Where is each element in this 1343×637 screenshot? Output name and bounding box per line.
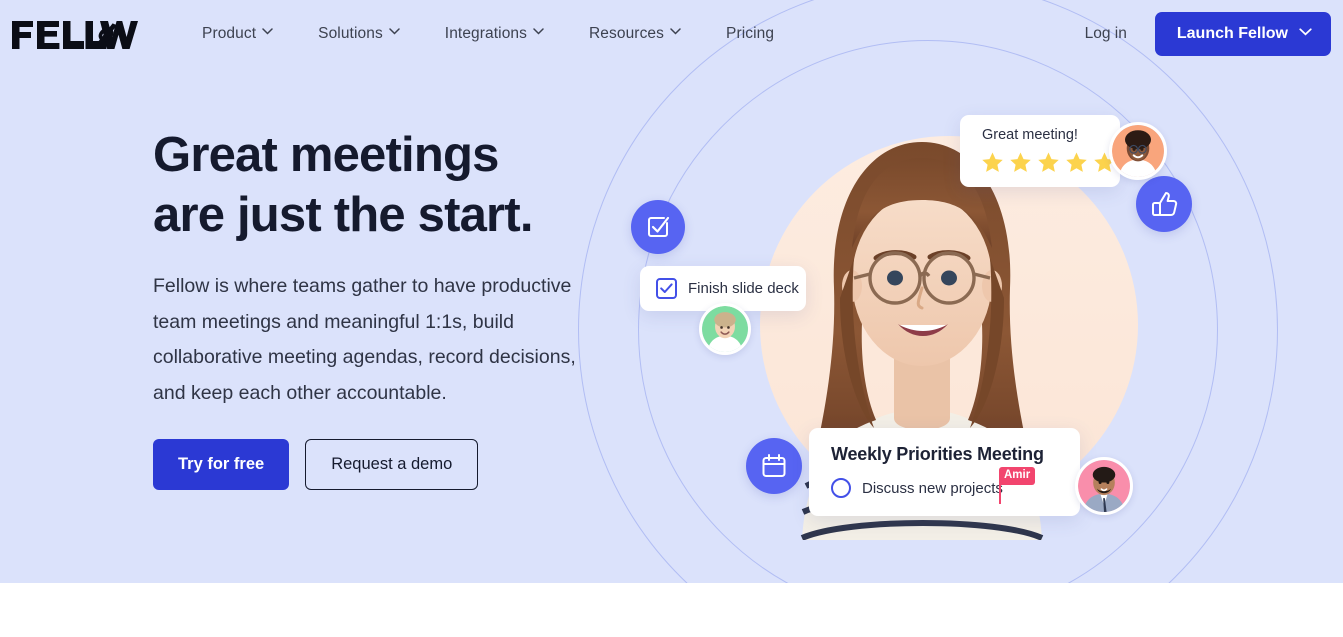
request-demo-button[interactable]: Request a demo <box>305 439 479 490</box>
hero-illustration: Great meeting! Finish slide deck Weekly … <box>560 0 1343 583</box>
star-icon <box>980 150 1005 175</box>
headline-line-2: are just the start. <box>153 188 533 242</box>
meeting-agenda-item: Discuss new projects <box>862 479 1003 497</box>
thumbs-up-icon <box>1151 191 1178 218</box>
page-title: Great meetings are just the start. <box>153 125 613 245</box>
chevron-down-icon <box>262 28 273 38</box>
checkbox-checked-icon[interactable] <box>656 278 677 299</box>
chevron-down-icon <box>533 28 544 38</box>
radio-unchecked-icon[interactable] <box>831 478 851 498</box>
nav-item-integrations[interactable]: Integrations <box>433 19 555 49</box>
avatar-orange <box>1109 122 1167 180</box>
nav-item-resources[interactable]: Resources <box>577 19 692 49</box>
nav-item-solutions[interactable]: Solutions <box>306 19 411 49</box>
nav-item-product[interactable]: Product <box>190 19 284 49</box>
text-caret <box>999 484 1001 504</box>
landing-page: Product Solutions Integrations Resources <box>0 0 1343 637</box>
rating-card-text: Great meeting! <box>982 127 1078 143</box>
hero-cta-group: Try for free Request a demo <box>153 439 613 490</box>
avatar-pink <box>1075 457 1133 515</box>
schedule-badge[interactable] <box>746 438 802 494</box>
chevron-down-icon <box>670 28 681 38</box>
avatar-green <box>699 303 751 355</box>
collaborator-cursor: Amir <box>999 467 1036 504</box>
nav-item-product-label: Product <box>202 25 257 42</box>
meeting-agenda-row: Discuss new projects Amir <box>831 467 1060 504</box>
collaborator-name: Amir <box>999 467 1036 485</box>
meeting-card: Weekly Priorities Meeting Discuss new pr… <box>809 428 1080 516</box>
launch-fellow-button[interactable]: Launch Fellow <box>1154 12 1331 56</box>
try-for-free-button[interactable]: Try for free <box>153 439 290 490</box>
nav-item-solutions-label: Solutions <box>318 25 383 42</box>
nav-item-pricing[interactable]: Pricing <box>714 19 786 49</box>
chevron-down-icon <box>389 28 400 38</box>
nav-item-integrations-label: Integrations <box>444 25 527 42</box>
fellow-logo[interactable] <box>10 14 138 54</box>
hero-subcopy: Fellow is where teams gather to have pro… <box>153 275 576 404</box>
headline-line-1: Great meetings <box>153 128 499 182</box>
task-complete-badge[interactable] <box>631 200 685 254</box>
rating-card: Great meeting! <box>960 115 1120 187</box>
hero-copy: Great meetings are just the start. Fello… <box>153 125 613 490</box>
launch-fellow-label: Launch Fellow <box>1176 25 1288 42</box>
primary-nav-links: Product Solutions Integrations Resources <box>190 19 808 49</box>
meeting-card-title: Weekly Priorities Meeting <box>831 444 1044 464</box>
nav-actions: Log in Launch Fellow <box>1085 12 1331 56</box>
star-icon <box>1008 150 1033 175</box>
star-rating <box>980 150 1115 175</box>
nav-item-pricing-label: Pricing <box>726 25 775 42</box>
nav-item-resources-label: Resources <box>589 25 664 42</box>
feedback-badge[interactable] <box>1136 176 1192 232</box>
star-icon <box>1064 150 1089 175</box>
chevron-down-icon <box>1299 28 1312 38</box>
calendar-icon <box>761 453 787 479</box>
login-link[interactable]: Log in <box>1085 25 1127 43</box>
top-navigation-bar: Product Solutions Integrations Resources <box>0 0 1343 68</box>
task-card-text: Finish slide deck <box>688 280 799 297</box>
check-square-icon <box>645 214 671 240</box>
star-icon <box>1036 150 1061 175</box>
